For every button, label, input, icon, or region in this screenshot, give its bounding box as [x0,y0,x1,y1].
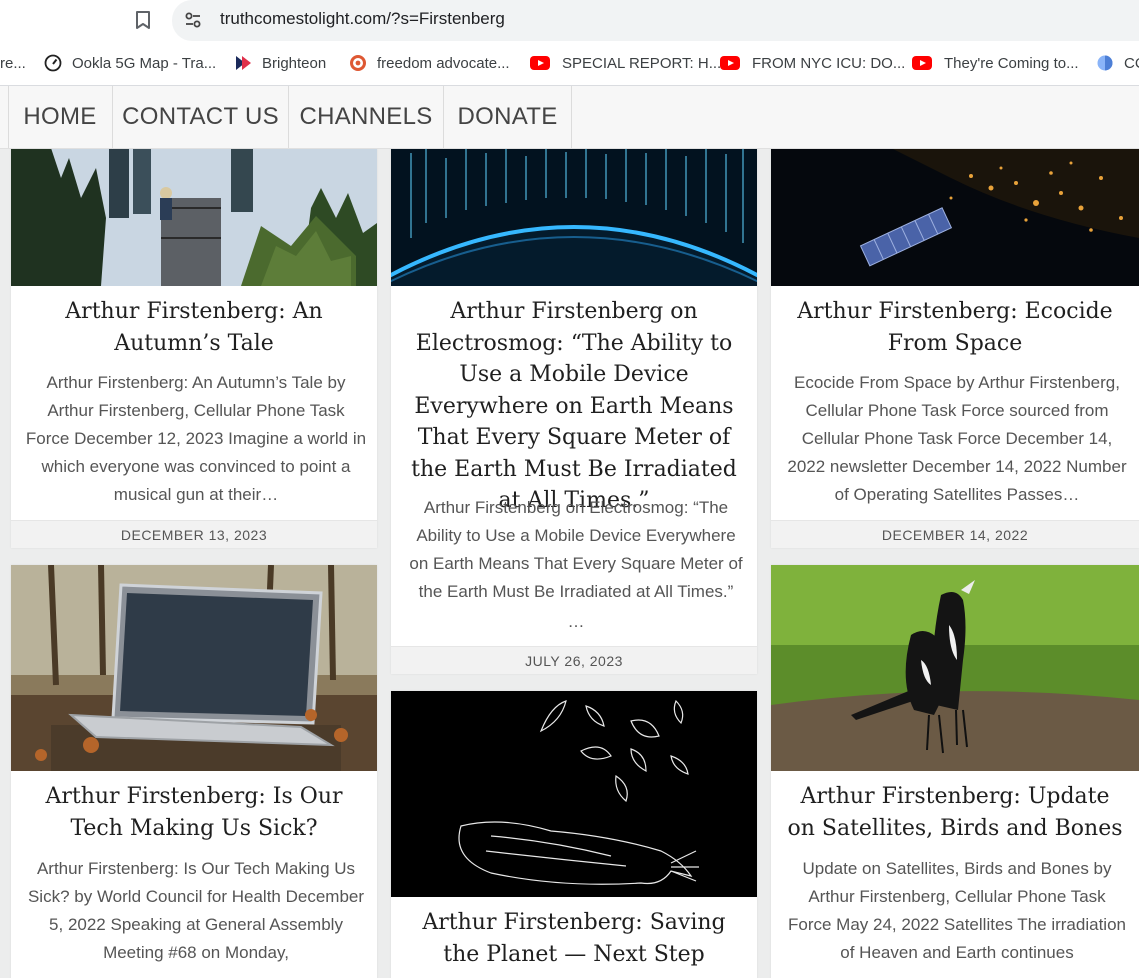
bookmark-item[interactable]: re... [0,52,26,74]
post-title[interactable]: Arthur Firstenberg: Saving the Planet — … [405,907,743,970]
post-card: Arthur Firstenberg: Ecocide From Space E… [771,149,1139,548]
bookmark-label: Ookla 5G Map - Tra... [72,54,217,72]
nav-item-channels[interactable]: CHANNELS [289,86,444,148]
site-navigation: HOME CONTACT US CHANNELS DONATE [0,86,1139,149]
bookmark-item-nyc-icu[interactable]: FROM NYC ICU: DO... [720,52,905,74]
nav-item-donate[interactable]: DONATE [444,86,572,148]
post-excerpt: Arthur Firstenberg: An Autumn’s Tale by … [25,373,367,504]
post-thumbnail-satellite-night-earth[interactable] [771,149,1139,286]
bookmark-label: SPECIAL REPORT: H... [562,54,722,72]
bookmark-item-special-report[interactable]: SPECIAL REPORT: H... [530,52,721,74]
bookmark-item-freedom-advocate[interactable]: freedom advocate... [349,52,510,74]
bookmark-label: freedom advocate... [377,54,510,72]
post-thumbnail-dead-bird-drawing[interactable] [391,691,757,897]
nav-item-home[interactable]: HOME [8,86,113,148]
bookmark-item-cc[interactable]: CC [1096,52,1139,74]
bookmark-label: Brighteon [262,54,327,72]
post-excerpt-more: … [567,612,585,631]
youtube-icon [720,56,740,70]
bookmark-item-ookla[interactable]: Ookla 5G Map - Tra... [44,52,216,74]
post-card: Arthur Firstenberg: An Autumn’s Tale Art… [11,149,377,548]
site-settings-icon[interactable] [184,11,202,29]
bookmark-item-brighteon[interactable]: Brighteon [234,52,326,74]
bookmark-label: CC [1124,54,1139,72]
address-bar[interactable]: truthcomestolight.com/?s=Firstenberg [172,0,1139,41]
post-excerpt: Arthur Firstenberg on Electrosmog: “The … [409,498,743,601]
bookmark-label: FROM NYC ICU: DO... [752,54,906,72]
globe-icon [1096,54,1114,72]
youtube-icon [530,56,550,70]
bookmarks-bar: re... Ookla 5G Map - Tra... Brighteon fr… [0,41,1139,86]
post-card: Arthur Firstenberg: Update on Satellites… [771,565,1139,978]
post-date: DECEMBER 14, 2022 [771,520,1139,548]
post-title[interactable]: Arthur Firstenberg on Electrosmog: “The … [405,296,743,517]
post-thumbnail-cell-tower[interactable] [11,149,377,286]
post-card: Arthur Firstenberg: Saving the Planet — … [391,691,757,978]
post-excerpt: Update on Satellites, Birds and Bones by… [788,859,1126,962]
bookmark-item-theyre-coming[interactable]: They're Coming to... [912,52,1079,74]
nav-item-contact-us[interactable]: CONTACT US [113,86,289,148]
post-date: JULY 26, 2023 [391,646,757,674]
post-title[interactable]: Arthur Firstenberg: Ecocide From Space [785,296,1125,359]
post-excerpt: Arthur Firstenberg: Is Our Tech Making U… [27,859,365,962]
brighteon-icon [234,54,252,72]
post-date: DECEMBER 13, 2023 [11,520,377,548]
post-card: Arthur Firstenberg on Electrosmog: “The … [391,149,757,674]
search-results-grid: Arthur Firstenberg: An Autumn’s Tale Art… [0,149,1139,978]
post-thumbnail-magpies[interactable] [771,565,1139,771]
post-title[interactable]: Arthur Firstenberg: Update on Satellites… [785,781,1125,844]
post-card: Arthur Firstenberg: Is Our Tech Making U… [11,565,377,978]
post-excerpt: Ecocide From Space by Arthur Firstenberg… [787,373,1127,504]
post-title[interactable]: Arthur Firstenberg: An Autumn’s Tale [25,296,363,359]
post-title[interactable]: Arthur Firstenberg: Is Our Tech Making U… [25,781,363,844]
post-thumbnail-laptop-forest[interactable] [11,565,377,771]
browser-toolbar: truthcomestolight.com/?s=Firstenberg [0,0,1139,41]
duckduckgo-icon [349,54,367,72]
bookmark-label: They're Coming to... [944,54,1079,72]
bookmark-label: re... [0,54,26,72]
speedometer-icon [44,54,62,72]
bookmark-icon[interactable] [134,10,152,30]
post-thumbnail-earth-signal[interactable] [391,149,757,286]
url-text[interactable]: truthcomestolight.com/?s=Firstenberg [220,9,505,29]
youtube-icon [912,56,932,70]
